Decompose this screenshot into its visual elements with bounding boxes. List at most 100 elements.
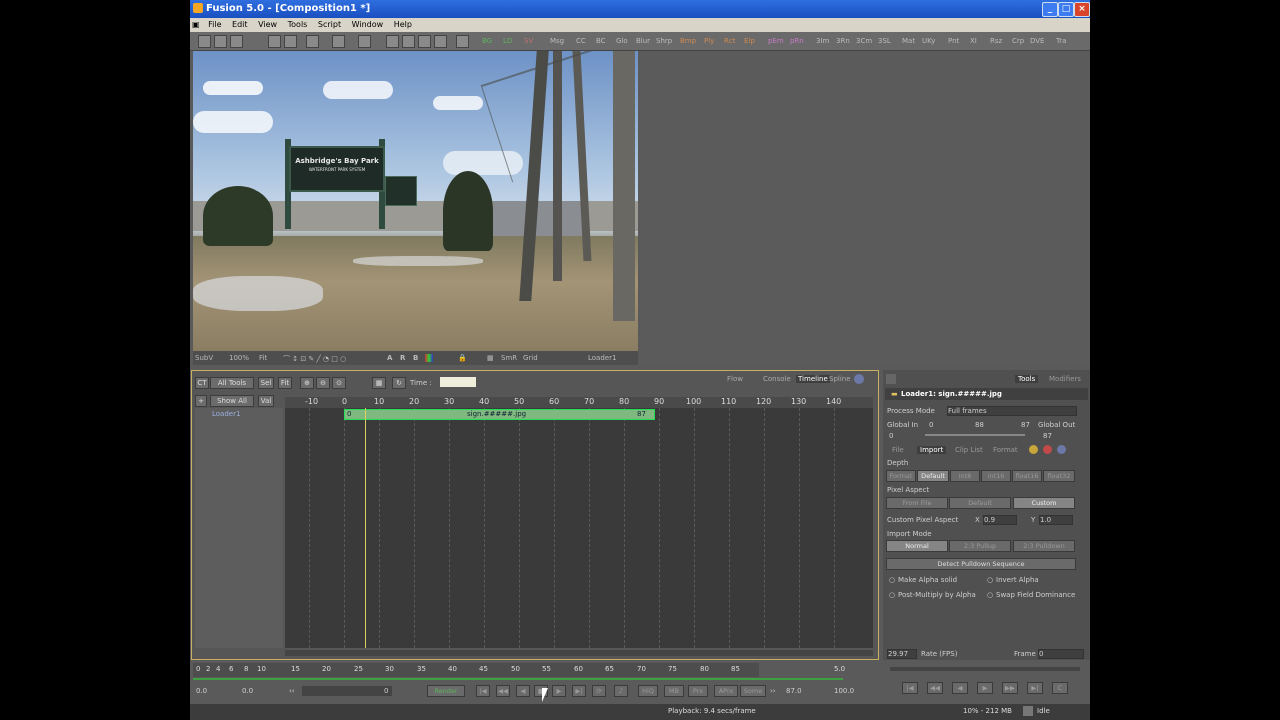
ctrl-go-end-icon[interactable]: ▶| [1027,682,1043,694]
refresh-icon[interactable]: ↻ [392,377,406,389]
ctrl-play-reverse-icon[interactable]: ◀ [952,682,968,694]
info-icon[interactable] [1057,445,1066,454]
depth-float32-button[interactable]: float32 [1043,470,1075,482]
depth-int8-button[interactable]: int8 [950,470,980,482]
tab-flow[interactable]: Flow [727,375,743,383]
layout-4-icon[interactable] [434,35,447,48]
subtab-format[interactable]: Format [993,446,1018,454]
mb-button[interactable]: MB [664,685,684,697]
tool-glo[interactable]: Glo [616,35,628,47]
playhead[interactable] [365,408,366,648]
tool-mat[interactable]: Mat [902,35,915,47]
pa-from-file-button[interactable]: From File [886,497,948,509]
lock-icon[interactable]: 🔒 [458,354,467,362]
global-in-value[interactable]: 0 [889,432,893,440]
detect-pulldown-button[interactable]: Detect Pulldown Sequence [886,558,1076,570]
ctrl-step-back-icon[interactable]: ◀◀ [927,682,943,694]
tool-shrp[interactable]: Shrp [656,35,672,47]
new-file-icon[interactable] [198,35,211,48]
time-field[interactable] [440,377,476,387]
depth-default-button[interactable]: Default [917,470,949,482]
sel-button[interactable]: Sel [258,377,274,389]
go-to-end-icon[interactable]: ▶| [572,685,586,697]
layout-3-icon[interactable] [418,35,431,48]
ctrl-play-icon[interactable]: ▶ [977,682,993,694]
tool-3cm[interactable]: 3Cm [856,35,872,47]
aprx-button[interactable]: APrx [714,685,738,697]
tab-tools[interactable]: Tools [1015,375,1039,383]
y-field[interactable]: 1.0 [1039,515,1073,525]
tool-pem[interactable]: pEm [768,35,784,47]
tool-crp[interactable]: Crp [1012,35,1024,47]
channel-b-button[interactable]: B [413,354,418,362]
color-channels-icon[interactable] [425,354,433,362]
ctrl-step-forward-icon[interactable]: ▶▶ [1002,682,1018,694]
copy-icon[interactable] [268,35,281,48]
grid-button[interactable]: Grid [523,354,538,362]
depth-int16-button[interactable]: int16 [981,470,1011,482]
subtab-file[interactable]: File [892,446,904,454]
ctrl-loop-icon[interactable]: C [1052,682,1068,694]
tool-pnt[interactable]: Pnt [948,35,959,47]
time-scale[interactable]: 0 2 4 6 8 10 15 20 25 30 35 40 45 50 55 … [193,663,845,677]
pa-custom-button[interactable]: Custom [1013,497,1075,509]
subtab-import[interactable]: Import [917,446,947,454]
menu-help[interactable]: Help [390,18,416,31]
play-icon[interactable] [358,35,371,48]
timeline-grid[interactable]: 0 sign.#####.jpg 87 [285,408,873,648]
tool-blur[interactable]: Blur [636,35,650,47]
save-icon[interactable] [230,35,243,48]
clip-bar[interactable]: 0 sign.#####.jpg 87 [344,409,655,420]
layout-1-icon[interactable] [386,35,399,48]
minimize-icon[interactable]: _ [1042,2,1058,17]
tool-xi[interactable]: XI [970,35,977,47]
tool-uky[interactable]: UKy [922,35,935,47]
menu-file[interactable]: File [204,18,225,31]
tab-console[interactable]: Console [763,375,791,383]
global-out-value[interactable]: 87 [1043,432,1052,440]
play-reverse-icon[interactable]: ◀ [516,685,530,697]
global-range-slider[interactable] [925,434,1025,436]
menu-edit[interactable]: Edit [228,18,252,31]
ct-button[interactable]: CT [195,377,209,389]
shift-left-icon[interactable]: ‹‹ [289,687,295,695]
layout-2-icon[interactable] [402,35,415,48]
tool-3rn[interactable]: 3Rn [836,35,850,47]
shift-right-icon[interactable]: ›› [770,687,776,695]
tree-item-loader1[interactable]: Loader1 [212,410,240,418]
checkbox-icon[interactable]: ○ [889,591,895,599]
viewer-tool-icons[interactable]: ⌒ ↕ ⊡ ✎ ╱ ◔ □ ○ [283,354,346,364]
maximize-icon[interactable]: □ [1058,2,1074,17]
checkbox-icon[interactable]: ○ [889,576,895,584]
checkbox-icon[interactable]: ○ [987,591,993,599]
render-button[interactable]: Render [427,685,465,697]
channel-r-button[interactable]: R [400,354,405,362]
info-icon[interactable] [854,374,864,384]
audio-icon[interactable]: ♪ [614,685,628,697]
tool-msg[interactable]: Msg [550,35,564,47]
end-time[interactable]: 100.0 [834,687,854,695]
current-time[interactable]: 0 [384,687,388,695]
subtab-clip-list[interactable]: Clip List [955,446,983,454]
checkbox-icon[interactable]: ○ [987,576,993,584]
process-mode-dropdown[interactable]: Full frames [947,406,1077,416]
channel-a-button[interactable]: A [387,354,392,362]
checker-icon[interactable]: ▦ [487,354,494,362]
start-time[interactable]: 0.0 [196,687,207,695]
tool-dve[interactable]: DVE [1030,35,1044,47]
ctrl-go-start-icon[interactable]: |◀ [902,682,918,694]
menu-script[interactable]: Script [314,18,345,31]
paste-icon[interactable] [284,35,297,48]
tool-rct[interactable]: Rct [724,35,735,47]
viewer-left[interactable]: Ashbridge's Bay Park WATERFRONT PARK SYS… [193,51,638,351]
add-icon[interactable]: + [195,395,207,407]
tab-modifiers[interactable]: Modifiers [1049,375,1081,383]
import-normal-button[interactable]: Normal [886,540,948,552]
some-button[interactable]: Some [740,685,766,697]
fit-button[interactable]: Fit [259,354,267,362]
zoom-fit-icon[interactable]: ⊙ [332,377,346,389]
subview-button[interactable]: SubV [195,354,213,362]
tool-3im[interactable]: 3Im [816,35,829,47]
val-button[interactable]: Val [258,395,274,407]
menu-window[interactable]: Window [348,18,388,31]
